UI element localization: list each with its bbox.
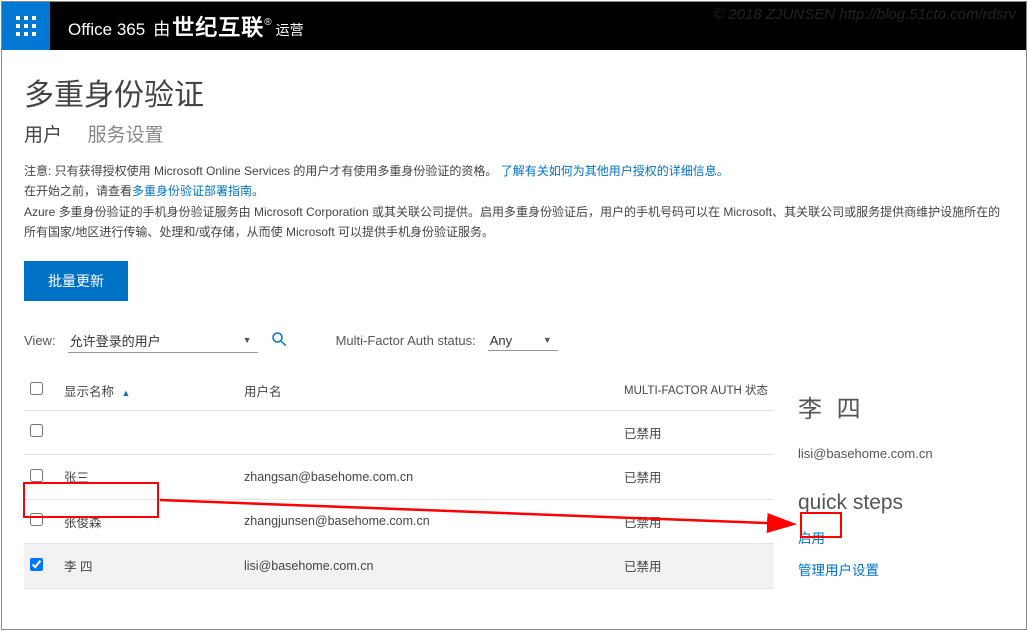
mfa-status-value: Any [490,333,512,348]
sort-asc-icon: ▲ [122,388,131,398]
col-display-name-label: 显示名称 [64,385,114,399]
deploy-guide-link[interactable]: 多重身份验证部署指南 [132,184,252,198]
page-title: 多重身份验证 [24,70,1004,114]
col-display-name[interactable]: 显示名称 ▲ [58,371,238,411]
row-checkbox[interactable] [30,558,43,571]
cell-displayname: 张三 [58,455,238,500]
users-table: 显示名称 ▲ 用户名 MULTI-FACTOR AUTH 状态 已禁用张三zha… [24,371,774,589]
quick-steps-heading: quick steps [798,491,994,515]
cell-mfa-status: 已禁用 [618,544,774,589]
notice2-text-b: 。 [252,184,264,198]
mfa-status-select[interactable]: Any ▼ [488,331,558,351]
notice-paragraph: 注意: 只有获得授权使用 Microsoft Online Services 的… [24,161,1004,243]
search-icon [270,330,288,348]
cell-mfa-status: 已禁用 [618,455,774,500]
mfa-status-label: Multi-Factor Auth status: [336,333,476,348]
waffle-icon [16,16,36,36]
row-checkbox[interactable] [30,469,43,482]
cell-displayname: 张俊森 [58,499,238,544]
brand-21vianet: 世纪互联 [172,10,264,42]
brand-by: 由 [153,15,170,40]
view-label: View: [24,333,56,348]
cell-mfa-status: 已禁用 [618,499,774,544]
table-row[interactable]: 张三zhangsan@basehome.com.cn已禁用 [24,455,774,500]
brand-label: Office 365 由 世纪互联 ® 运营 [50,10,304,42]
cell-username: zhangsan@basehome.com.cn [238,455,618,500]
app-launcher-button[interactable] [2,2,50,50]
tab-users[interactable]: 用户 [24,125,62,146]
brand-o365: Office 365 [68,20,145,40]
cell-username [238,410,618,455]
chevron-down-icon: ▼ [243,335,252,345]
col-mfa-status[interactable]: MULTI-FACTOR AUTH 状态 [618,371,774,411]
view-select[interactable]: 允许登录的用户 ▼ [68,329,258,353]
cell-mfa-status: 已禁用 [618,410,774,455]
chevron-down-icon: ▼ [543,335,552,345]
selected-user-name: 李 四 [798,389,994,424]
search-button[interactable] [270,330,288,351]
manage-user-settings-link[interactable]: 管理用户设置 [798,559,994,579]
tabs: 用户 服务设置 [24,120,1004,147]
col-username[interactable]: 用户名 [238,371,618,411]
bulk-update-button[interactable]: 批量更新 [24,261,128,301]
notice3-text: Azure 多重身份验证的手机身份验证服务由 Microsoft Corpora… [24,205,1000,239]
notice2-text-a: 在开始之前，请查看 [24,184,132,198]
table-row[interactable]: 张俊森zhangjunsen@basehome.com.cn已禁用 [24,499,774,544]
select-all-checkbox[interactable] [30,382,43,395]
row-checkbox[interactable] [30,424,43,437]
tab-service-settings[interactable]: 服务设置 [88,125,164,146]
table-row[interactable]: 李 四lisi@basehome.com.cn已禁用 [24,544,774,589]
view-select-value: 允许登录的用户 [70,331,161,350]
selected-user-email: lisi@basehome.com.cn [798,446,994,461]
notice1-text: 注意: 只有获得授权使用 Microsoft Online Services 的… [24,164,497,178]
cell-username: zhangjunsen@basehome.com.cn [238,499,618,544]
cell-displayname [58,410,238,455]
enable-link[interactable]: 启用 [798,527,994,547]
reg-mark: ® [264,17,271,28]
table-row[interactable]: 已禁用 [24,410,774,455]
brand-operated: 运营 [276,20,304,40]
cell-username: lisi@basehome.com.cn [238,544,618,589]
details-panel: 李 四 lisi@basehome.com.cn quick steps 启用 … [774,371,1004,589]
watermark-text: © 2018 ZJUNSEN http://blog.51cto.com/rds… [713,6,1016,23]
filters-row: View: 允许登录的用户 ▼ Multi-Factor Auth status… [24,329,1004,353]
cell-displayname: 李 四 [58,544,238,589]
learn-more-link[interactable]: 了解有关如何为其他用户授权的详细信息。 [501,164,729,178]
row-checkbox[interactable] [30,513,43,526]
